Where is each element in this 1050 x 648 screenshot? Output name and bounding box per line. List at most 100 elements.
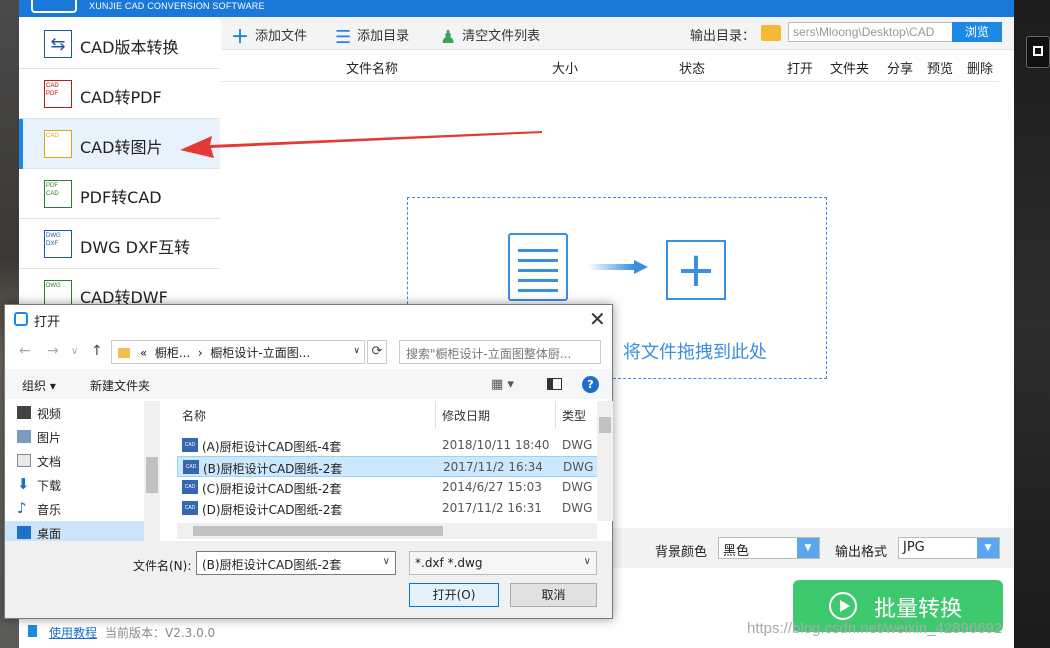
bg-color-label: 背景颜色 [655,545,708,560]
chevron-down-icon: ∨ [382,556,390,567]
sidebar-item-label: CAD转图片 [80,138,163,157]
col-open: 打开 [787,62,814,77]
watermark: https://blog.csdn.net/weixin_42896692 [747,620,1003,637]
sidebar-item-cad-pdf[interactable]: CAD PDF CAD转PDF [19,69,220,119]
preview-pane-icon[interactable] [547,378,562,390]
chevron-down-icon: ▼ [977,538,999,558]
col-name-header[interactable]: 名称 [182,407,206,424]
sidebar-item-cad-version[interactable]: ⇆ CAD版本转换 [19,19,220,69]
broom-icon: ♟ [440,27,457,48]
search-input[interactable]: 搜索"橱柜设计-立面图整体厨... [399,340,601,364]
vertical-scrollbar[interactable] [597,401,613,521]
output-format-select[interactable]: JPG ▼ [898,537,1000,559]
arrow-right-icon [588,260,648,274]
file-row-selected[interactable]: CAD (B)厨柜设计CAD图纸-2套 2017/11/2 16:34 DWG [177,456,598,477]
cad-image-icon: CAD [44,130,72,158]
picture-icon [17,430,31,443]
nav-item-pictures[interactable]: 图片 [17,429,61,446]
new-folder-button[interactable]: 新建文件夹 [90,377,150,394]
open-file-dialog: 打开 ✕ ← → ∨ ↑ « 橱柜... › 橱柜设计-立面图... ∨ ⟳ 搜… [4,304,613,619]
col-preview: 预览 [927,62,954,77]
nav-scrollbar[interactable] [144,401,160,541]
version-text: 当前版本：V2.3.0.0 [105,626,216,640]
desktop-icon [17,526,31,539]
output-format-label: 输出格式 [835,545,888,560]
add-directory-button[interactable]: ☰ 添加目录 [335,25,409,48]
view-options-icon[interactable]: ▦ ▾ [491,377,514,392]
nav-item-desktop[interactable]: 桌面 [17,525,61,541]
sidebar-item-pdf-cad[interactable]: PDF CAD PDF转CAD [19,169,220,219]
chevron-down-icon: ▼ [797,538,819,558]
refresh-button[interactable]: ⟳ [367,340,387,364]
output-path-input[interactable]: sers\Mloong\Desktop\CAD [788,22,953,42]
file-row[interactable]: CAD (C)厨柜设计CAD图纸-2套 2014/6/27 15:03 DWG [177,477,598,498]
horizontal-scrollbar[interactable] [177,523,597,539]
sidebar-item-label: CAD版本转换 [80,38,179,57]
up-icon[interactable]: ↑ [91,343,103,359]
background-right-edge [1014,0,1050,648]
file-row[interactable]: CAD (A)厨柜设计CAD图纸-4套 2018/10/11 18:40 DWG [177,435,598,456]
nav-item-videos[interactable]: 视频 [17,405,61,422]
cad-version-icon: ⇆ [44,30,72,58]
cad-pdf-icon: CAD PDF [44,80,72,108]
nav-item-music[interactable]: ♪ 音乐 [17,501,61,518]
cad-file-icon: CAD [183,460,199,474]
bg-color-select[interactable]: 黑色 ▼ [718,537,820,559]
col-delete: 删除 [967,62,994,77]
drop-hint-text: 将文件拖拽到此处 [623,342,767,363]
col-name: 文件名称 [346,62,399,77]
play-icon [829,592,857,620]
video-icon [17,406,31,419]
forward-icon[interactable]: → [47,343,59,359]
help-icon[interactable]: ? [582,376,599,393]
back-icon[interactable]: ← [19,343,31,359]
sidebar-item-label: PDF转CAD [80,188,162,207]
tutorial-link[interactable]: 使用教程 [49,624,97,641]
maximize-icon[interactable] [1026,36,1050,68]
col-type-header[interactable]: 类型 [562,407,586,424]
dialog-title-bar: 打开 ✕ [5,305,612,333]
browse-button[interactable]: 浏览 [952,22,1002,42]
download-icon: ⬇ [17,475,30,493]
col-size: 大小 [552,62,579,77]
book-icon [28,625,37,637]
document-icon [17,454,31,467]
nav-item-documents[interactable]: 文档 [17,453,61,470]
add-file-button[interactable]: ＋添加文件 [231,25,307,48]
file-row[interactable]: CAD (D)厨柜设计CAD图纸-2套 2017/11/2 16:31 DWG [177,498,598,519]
col-date-header[interactable]: 修改日期 [442,407,490,424]
chevron-down-icon: ∨ [353,346,360,356]
sidebar-item-dwg-dxf[interactable]: DWG DXF DWG DXF互转 [19,219,220,269]
add-file-plus-icon[interactable]: + [666,240,726,300]
music-icon: ♪ [17,499,27,517]
clear-list-button[interactable]: ♟ 清空文件列表 [440,25,540,48]
nav-item-downloads[interactable]: ⬇ 下载 [17,477,61,494]
close-icon[interactable]: ✕ [589,307,606,331]
dialog-nav-row: ← → ∨ ↑ « 橱柜... › 橱柜设计-立面图... ∨ ⟳ 搜索"橱柜设… [5,335,612,367]
filename-input[interactable]: (B)厨柜设计CAD图纸-2套 ∨ [196,551,396,575]
folder-icon [118,348,130,358]
dwg-dxf-icon: DWG DXF [44,230,72,258]
chevron-down-icon: ∨ [583,556,591,567]
cad-file-icon: CAD [182,480,198,494]
navigation-pane: 视频 图片 文档 ⬇ 下载 ♪ 音乐 桌面 [5,401,160,541]
cad-file-icon: CAD [182,438,198,452]
filetype-select[interactable]: *.dxf *.dwg ∨ [409,551,597,575]
list-icon: ☰ [335,27,352,48]
chevron-down-icon[interactable]: ∨ [71,346,78,357]
filename-label: 文件名(N): [133,559,192,573]
organize-menu[interactable]: 组织 ▾ [22,377,56,394]
address-bar[interactable]: « 橱柜... › 橱柜设计-立面图... ∨ [111,340,365,364]
dialog-title: 打开 [34,315,61,330]
pdf-cad-icon: PDF CAD [44,180,72,208]
file-list: 名称 ⌃ 修改日期 类型 CAD (A)厨柜设计CAD图纸-4套 2018/10/… [177,401,615,541]
toolbar: ＋添加文件 ☰ 添加目录 ♟ 清空文件列表 输出目录： sers\Mloong\De… [221,17,1014,50]
cancel-button[interactable]: 取消 [510,583,597,607]
open-button[interactable]: 打开(O) [409,583,499,607]
sidebar-item-label: DWG DXF互转 [80,238,191,257]
red-arrow-annotation [180,131,542,158]
dialog-app-icon [14,312,28,326]
plus-icon: ＋ [231,27,249,48]
title-bar: XUNJIE CAD CONVERSION SOFTWARE [19,0,1014,17]
col-status: 状态 [679,62,706,77]
